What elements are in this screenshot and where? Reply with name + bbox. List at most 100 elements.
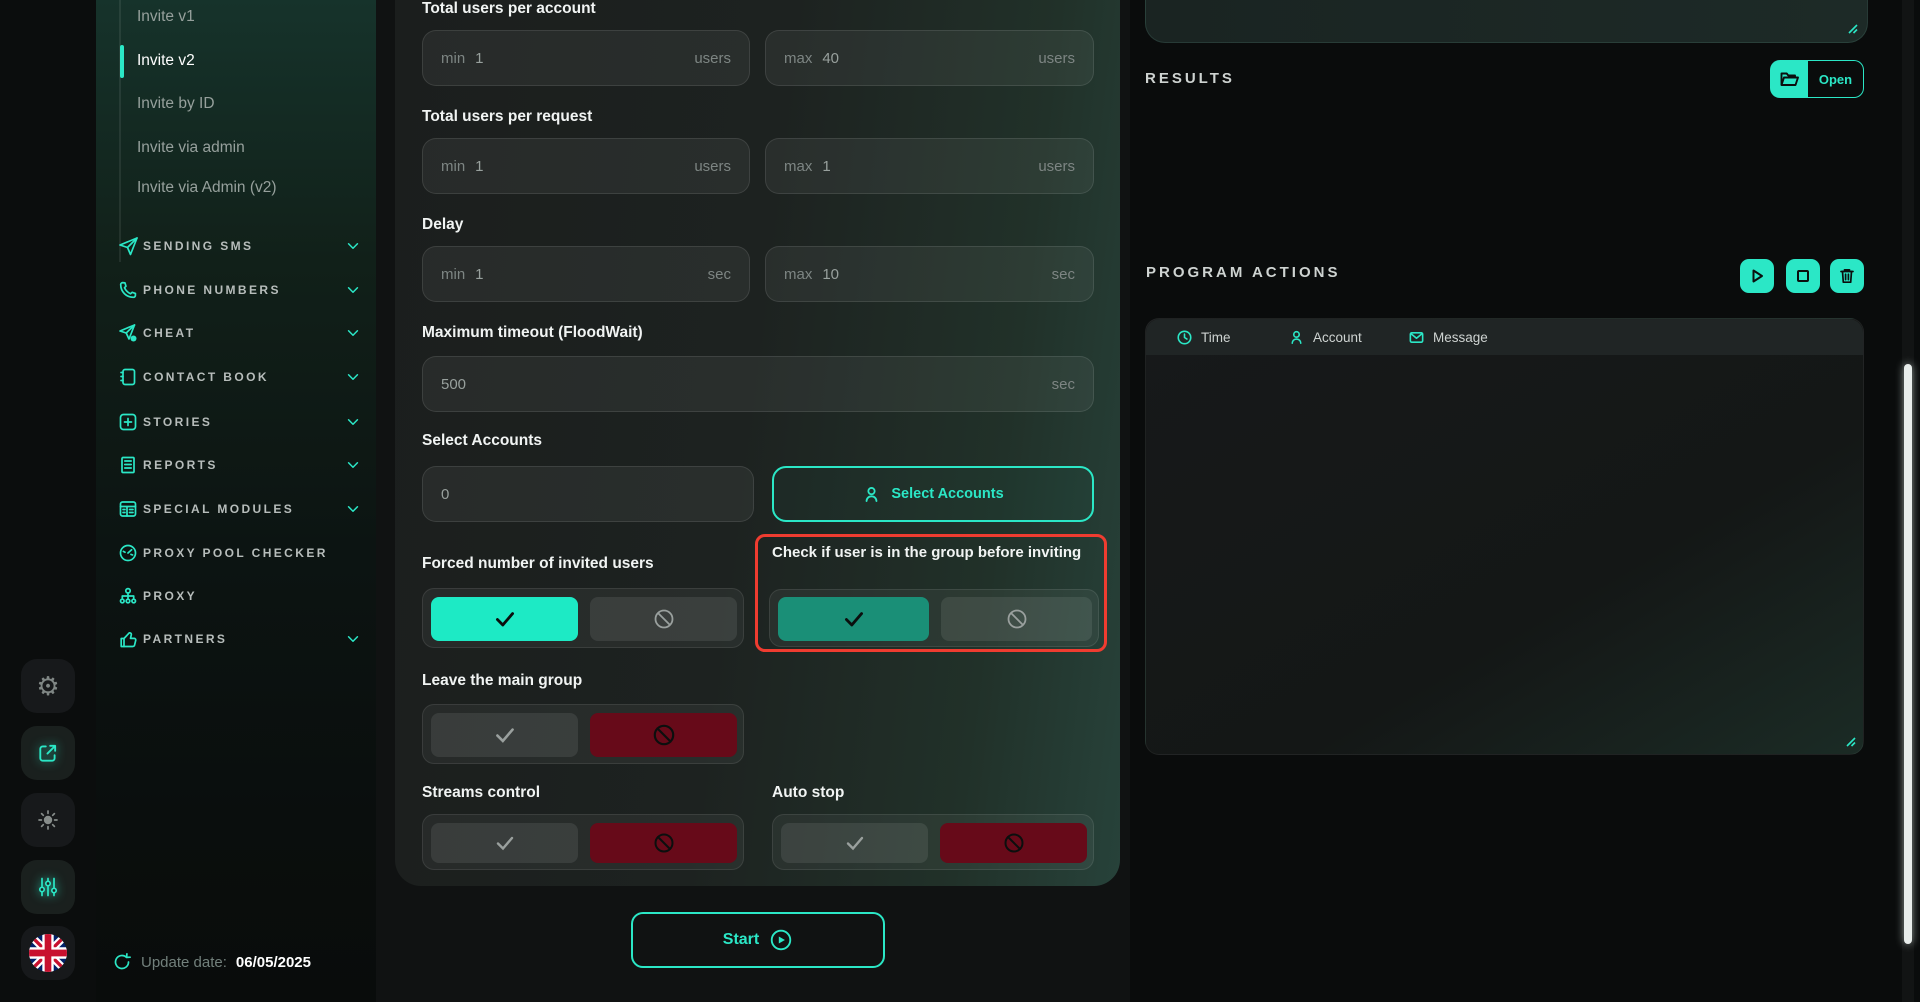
sidebar-item-invite-by-id[interactable]: Invite by ID	[137, 95, 357, 121]
max-delay-input[interactable]: max 10 sec	[765, 246, 1094, 302]
chevron-down-icon[interactable]	[345, 414, 361, 430]
field-label: Select Accounts	[422, 432, 542, 450]
max-users-per-account-input[interactable]: max 40 users	[765, 30, 1094, 86]
open-label: Open	[1808, 60, 1864, 98]
start-button[interactable]: Start	[631, 912, 885, 968]
min-users-per-account-input[interactable]: min 1 users	[422, 30, 750, 86]
auto-stop-toggle	[772, 814, 1094, 870]
section-label: PARTNERS	[143, 632, 227, 646]
refresh-icon[interactable]	[112, 952, 132, 972]
sidebar-item-phone-numbers[interactable]: PHONE NUMBERS	[96, 268, 376, 312]
resize-grip-icon[interactable]	[1844, 735, 1857, 748]
toggle-off-button[interactable]	[940, 823, 1087, 863]
sidebar-item-contact-book[interactable]: CONTACT BOOK	[96, 355, 376, 399]
toggle-off-button[interactable]	[590, 823, 737, 863]
input-value: 10	[822, 266, 839, 283]
thumbs-up-icon	[118, 629, 138, 649]
section-label: SENDING SMS	[143, 239, 253, 253]
input-prefix: min	[441, 266, 465, 283]
block-icon	[1002, 831, 1026, 855]
sliders-button[interactable]	[21, 860, 75, 914]
column-header-account: Account	[1288, 319, 1362, 355]
field-label: Delay	[422, 216, 463, 234]
toggle-on-button[interactable]	[778, 597, 929, 641]
settings-button[interactable]: ⚙	[21, 659, 75, 713]
input-prefix: min	[441, 158, 465, 175]
check-icon	[492, 606, 518, 632]
stop-button[interactable]	[1786, 259, 1820, 293]
toggle-off-button[interactable]	[590, 713, 737, 757]
open-results-button[interactable]: Open	[1770, 60, 1864, 98]
toggle-label: Streams control	[422, 784, 540, 802]
input-value: 1	[475, 266, 483, 283]
sidebar-item-stories[interactable]: STORIES	[96, 400, 376, 444]
sidebar-item-special-modules[interactable]: SPECIAL MODULES	[96, 487, 376, 531]
input-unit: sec	[708, 266, 731, 283]
clear-button[interactable]	[1830, 259, 1864, 293]
invite-settings-card: Total users per account min 1 users max …	[395, 0, 1120, 886]
sidebar-item-invite-via-admin[interactable]: Invite via admin	[137, 139, 357, 165]
clock-icon	[1176, 329, 1193, 346]
sidebar-item-invite-via-admin-v2[interactable]: Invite via Admin (v2)	[137, 179, 357, 205]
scrollbar-thumb[interactable]	[1904, 364, 1912, 944]
toggle-on-button[interactable]	[431, 823, 578, 863]
section-label: PROXY	[143, 589, 197, 603]
sidebar-item-invite-v1[interactable]: Invite v1	[137, 8, 357, 34]
check-group-toggle	[769, 589, 1099, 647]
update-date-value: 06/05/2025	[236, 954, 311, 971]
sidebar-item-invite-v2[interactable]: Invite v2	[137, 52, 357, 78]
sidebar-item-partners[interactable]: PARTNERS	[96, 617, 376, 661]
check-icon	[841, 606, 867, 632]
select-accounts-button[interactable]: Select Accounts	[772, 466, 1094, 522]
toggle-off-button[interactable]	[590, 597, 737, 641]
input-prefix: min	[441, 50, 465, 67]
active-item-bar	[120, 45, 124, 78]
theme-brightness-button[interactable]	[21, 793, 75, 847]
toggle-label: Check if user is in the group before inv…	[772, 544, 1098, 562]
sidebar-item-reports[interactable]: REPORTS	[96, 443, 376, 487]
check-icon	[492, 722, 518, 748]
sidebar-item-sending-sms[interactable]: SENDING SMS	[96, 224, 376, 268]
sidebar-item-cheat[interactable]: CHEAT	[96, 311, 376, 355]
chevron-down-icon[interactable]	[345, 325, 361, 341]
section-label: CONTACT BOOK	[143, 370, 269, 384]
external-link-button[interactable]	[21, 726, 75, 780]
forced-number-toggle	[422, 588, 744, 648]
sidebar-item-proxy[interactable]: PROXY	[96, 574, 376, 618]
toggle-on-button[interactable]	[431, 597, 578, 641]
person-icon	[862, 485, 881, 504]
max-users-per-request-input[interactable]: max 1 users	[765, 138, 1094, 194]
block-icon	[651, 722, 677, 748]
sidebar: Invite v1 Invite v2 Invite by ID Invite …	[96, 0, 376, 1002]
chevron-down-icon[interactable]	[345, 457, 361, 473]
section-label: STORIES	[143, 415, 212, 429]
toggle-label: Forced number of invited users	[422, 555, 654, 573]
toggle-on-button[interactable]	[431, 713, 578, 757]
sliders-icon	[36, 875, 60, 899]
toggle-off-button[interactable]	[941, 597, 1092, 641]
min-delay-input[interactable]: min 1 sec	[422, 246, 750, 302]
report-icon	[118, 455, 138, 475]
language-button[interactable]	[21, 926, 75, 980]
open-folder-icon	[1778, 68, 1800, 90]
flood-wait-timeout-input[interactable]: 500 sec	[422, 356, 1094, 412]
selected-accounts-count-input[interactable]: 0	[422, 466, 754, 522]
min-users-per-request-input[interactable]: min 1 users	[422, 138, 750, 194]
sidebar-item-proxy-pool-checker[interactable]: PROXY POOL CHECKER	[96, 531, 376, 575]
run-button[interactable]	[1740, 259, 1774, 293]
app-window: ⚙	[0, 0, 1920, 1002]
chevron-down-icon[interactable]	[345, 369, 361, 385]
check-group-highlight-box: Check if user is in the group before inv…	[755, 534, 1107, 652]
resize-grip-icon[interactable]	[1846, 22, 1859, 35]
modules-icon	[118, 499, 138, 519]
input-value: 1	[475, 158, 483, 175]
chevron-down-icon[interactable]	[345, 501, 361, 517]
uk-flag-icon	[29, 934, 67, 972]
chevron-down-icon[interactable]	[345, 282, 361, 298]
chevron-down-icon[interactable]	[345, 631, 361, 647]
input-textarea[interactable]	[1145, 0, 1868, 43]
icon-rail: ⚙	[0, 0, 96, 1002]
toggle-on-button[interactable]	[781, 823, 928, 863]
input-value: 1	[822, 158, 830, 175]
chevron-down-icon[interactable]	[345, 238, 361, 254]
